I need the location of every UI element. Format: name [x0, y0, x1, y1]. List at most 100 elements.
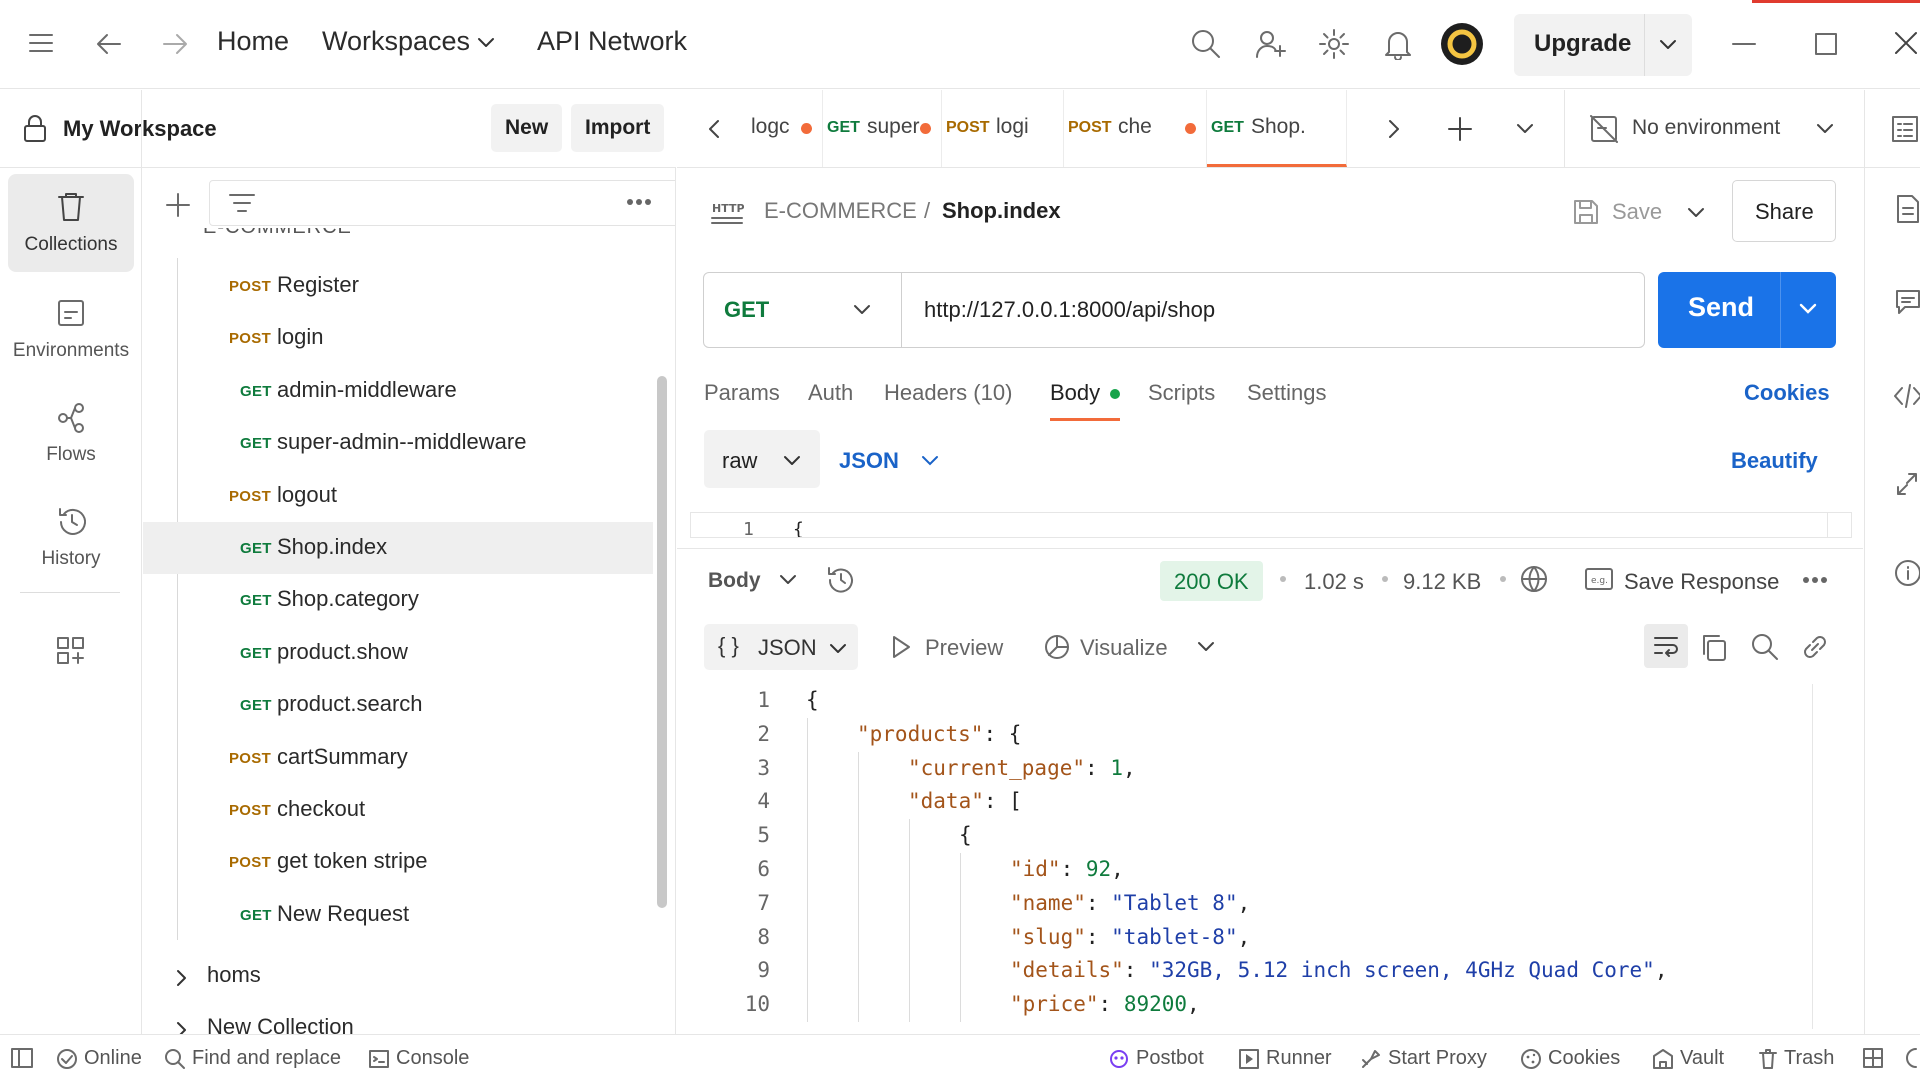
request-tab[interactable]: GET Shop.: [1207, 90, 1347, 167]
response-body-viewer[interactable]: 1{2 "products": {3 "current_page": 1, 4 "dat…: [700, 684, 1810, 1029]
cookies-link[interactable]: Cookies: [1744, 380, 1830, 406]
save-response-button[interactable]: Save Response: [1624, 569, 1779, 595]
search-icon[interactable]: [1750, 632, 1780, 662]
upgrade-button[interactable]: Upgrade: [1514, 14, 1692, 76]
nav-api-network[interactable]: API Network: [537, 26, 687, 57]
body-mode-selector[interactable]: raw: [704, 430, 820, 488]
copy-icon[interactable]: [1700, 632, 1728, 662]
breadcrumb-collection[interactable]: E-COMMERCE: [764, 198, 917, 224]
response-body-tab[interactable]: Body: [708, 569, 761, 593]
postbot-button[interactable]: Postbot: [1108, 1047, 1204, 1070]
more-options-icon[interactable]: [626, 198, 652, 206]
tab-params[interactable]: Params: [704, 380, 780, 406]
method-selector[interactable]: GET: [704, 273, 902, 347]
avatar[interactable]: [1440, 22, 1484, 66]
save-disk-icon[interactable]: [1572, 198, 1600, 226]
rail-collections[interactable]: Collections: [8, 174, 134, 272]
sidebar-scrollbar[interactable]: [657, 376, 667, 908]
filter-icon[interactable]: [228, 191, 256, 215]
layout-grid-icon[interactable]: [1862, 1047, 1884, 1069]
send-options-chevron-icon[interactable]: [1798, 302, 1818, 316]
toggle-sidebar-icon[interactable]: [10, 1047, 34, 1069]
chevron-down-icon[interactable]: [1815, 122, 1835, 136]
tab-scripts[interactable]: Scripts: [1148, 380, 1215, 406]
save-response-icon[interactable]: e.g.: [1584, 566, 1614, 592]
vault-button[interactable]: Vault: [1652, 1047, 1724, 1070]
rail-history[interactable]: History: [8, 488, 134, 586]
notifications-bell-icon[interactable]: [1383, 28, 1413, 60]
chevron-down-icon[interactable]: [920, 454, 940, 468]
request-body-editor[interactable]: 1 {: [690, 512, 1852, 538]
nav-home[interactable]: Home: [217, 26, 289, 57]
chevron-down-icon[interactable]: [476, 36, 496, 50]
trash-button[interactable]: Trash: [1758, 1047, 1834, 1070]
chevron-down-icon[interactable]: [1196, 640, 1216, 654]
rail-flows[interactable]: Flows: [8, 384, 134, 482]
preview-tab[interactable]: Preview: [925, 635, 1003, 661]
tabs-dropdown-chevron-icon[interactable]: [1515, 122, 1535, 136]
runner-button[interactable]: Runner: [1238, 1047, 1332, 1070]
sidebar-request-item[interactable]: POST cartSummary: [143, 732, 653, 784]
documentation-icon[interactable]: [1895, 194, 1920, 224]
chevron-down-icon[interactable]: [778, 573, 798, 587]
body-format-selector[interactable]: JSON: [839, 448, 899, 474]
cookies-button[interactable]: Cookies: [1520, 1047, 1620, 1070]
related-collections-icon[interactable]: [1895, 470, 1919, 498]
sidebar-request-item[interactable]: POST login: [143, 312, 653, 364]
sidebar-request-item[interactable]: POST Register: [143, 260, 653, 312]
sidebar-search-input[interactable]: [209, 180, 675, 226]
save-button[interactable]: Save: [1612, 199, 1662, 225]
find-and-replace[interactable]: Find and replace: [164, 1047, 341, 1070]
search-icon[interactable]: [1190, 28, 1222, 60]
maximize-window-icon[interactable]: [1814, 32, 1838, 56]
response-time[interactable]: 1.02 s: [1304, 569, 1364, 595]
tab-settings[interactable]: Settings: [1247, 380, 1327, 406]
settings-gear-icon[interactable]: [1318, 28, 1350, 60]
nav-workspaces[interactable]: Workspaces: [322, 26, 470, 57]
add-plus-icon[interactable]: [165, 192, 191, 218]
collection-header-e-commerce[interactable]: E-COMMERCE: [143, 228, 653, 248]
beautify-button[interactable]: Beautify: [1731, 448, 1818, 474]
sidebar-request-item[interactable]: GET super-admin--middleware: [143, 417, 653, 469]
tab-auth[interactable]: Auth: [808, 380, 853, 406]
collection-homs[interactable]: homs: [143, 950, 653, 1002]
import-button[interactable]: Import: [571, 104, 665, 152]
sidebar-request-item[interactable]: GET admin-middleware: [143, 365, 653, 417]
response-history-icon[interactable]: [826, 565, 856, 595]
sidebar-request-item[interactable]: GET product.search: [143, 679, 653, 731]
close-window-icon[interactable]: [1893, 30, 1919, 56]
code-snippet-icon[interactable]: [1893, 382, 1920, 410]
back-arrow-icon[interactable]: [94, 30, 124, 58]
request-name[interactable]: Shop.index: [942, 198, 1061, 224]
environment-selector[interactable]: No environment: [1632, 116, 1780, 140]
tabs-scroll-right-icon[interactable]: [1387, 118, 1401, 140]
request-tab[interactable]: logc: [747, 90, 823, 167]
comments-icon[interactable]: [1895, 288, 1920, 316]
sidebar-request-item[interactable]: POST checkout: [143, 784, 653, 836]
forward-arrow-icon[interactable]: [160, 30, 190, 58]
info-icon[interactable]: [1893, 558, 1920, 588]
send-button[interactable]: Send: [1658, 272, 1836, 348]
new-tab-plus-icon[interactable]: [1447, 116, 1473, 142]
online-status[interactable]: Online: [56, 1047, 142, 1070]
chevron-right-icon[interactable]: [175, 1020, 189, 1034]
collection-new-collection[interactable]: New Collection: [143, 1002, 653, 1034]
chevron-down-icon[interactable]: [1658, 38, 1678, 52]
response-scrollbar-track[interactable]: [1812, 684, 1813, 1029]
share-button[interactable]: Share: [1732, 180, 1836, 242]
add-apps-icon[interactable]: [56, 636, 86, 666]
save-options-chevron-icon[interactable]: [1686, 206, 1706, 220]
invite-user-icon[interactable]: [1255, 28, 1287, 60]
sidebar-request-item[interactable]: GET Shop.index: [143, 522, 653, 574]
visualize-tab[interactable]: Visualize: [1080, 635, 1168, 661]
new-button[interactable]: New: [491, 104, 563, 152]
request-tab[interactable]: POST che: [1064, 90, 1207, 167]
console-toggle[interactable]: Console: [368, 1047, 469, 1070]
rail-environments[interactable]: Environments: [8, 280, 134, 378]
request-response-divider[interactable]: [677, 548, 1863, 549]
visualize-icon[interactable]: [1042, 632, 1072, 662]
link-icon[interactable]: [1800, 632, 1830, 662]
start-proxy-button[interactable]: Start Proxy: [1360, 1047, 1487, 1070]
sidebar-request-item[interactable]: POST get token stripe: [143, 836, 653, 888]
url-input[interactable]: http://127.0.0.1:8000/api/shop: [924, 297, 1215, 323]
